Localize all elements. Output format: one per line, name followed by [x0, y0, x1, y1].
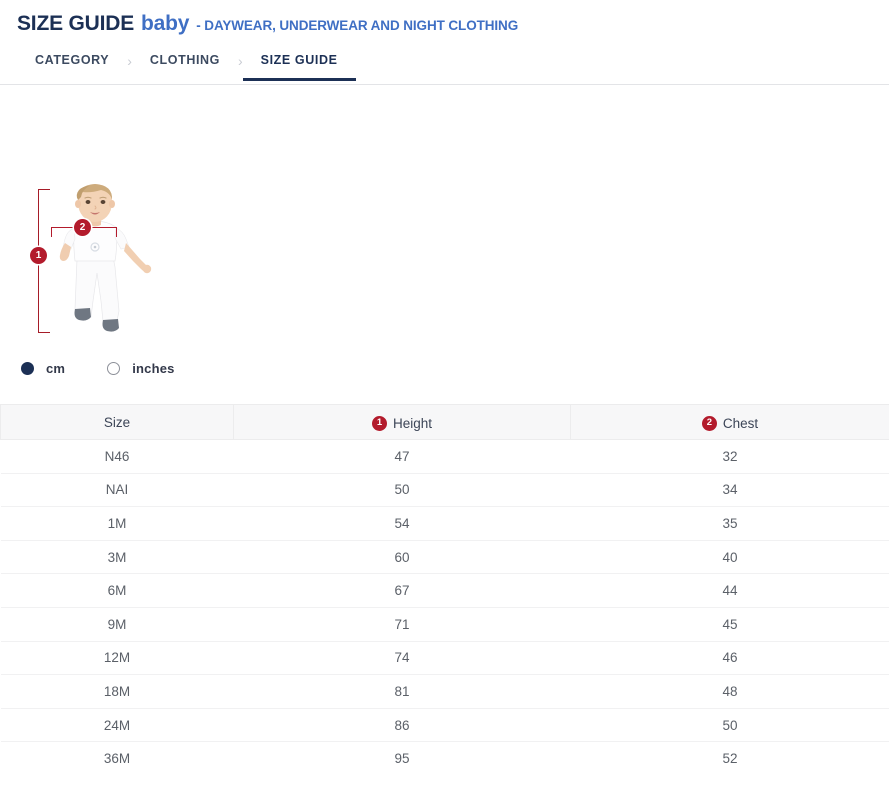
breadcrumb: CATEGORY › CLOTHING › SIZE GUIDE	[0, 50, 889, 85]
column-header-height-label: Height	[393, 416, 432, 431]
unit-option-inches-label: inches	[132, 361, 174, 376]
page-title: SIZE GUIDE baby - DAYWEAR, UNDERWEAR AND…	[17, 12, 889, 36]
cell-height: 60	[234, 540, 571, 574]
cell-chest: 52	[571, 742, 889, 775]
cell-size: N46	[1, 440, 234, 474]
cell-size: 18M	[1, 675, 234, 709]
cell-height: 50	[234, 473, 571, 507]
cell-height: 47	[234, 440, 571, 474]
page-title-accent: baby	[141, 12, 189, 36]
table-row: 36M 95 52	[1, 742, 889, 775]
cell-chest: 48	[571, 675, 889, 709]
cell-size: 3M	[1, 540, 234, 574]
unit-option-inches[interactable]: inches	[107, 361, 174, 376]
height-measure-cap-top	[38, 189, 50, 190]
cell-height: 54	[234, 507, 571, 541]
column-header-size: Size	[1, 405, 234, 440]
cell-size: 6M	[1, 574, 234, 608]
cell-chest: 46	[571, 641, 889, 675]
breadcrumb-item-clothing[interactable]: CLOTHING	[132, 50, 238, 80]
unit-selector: cm inches	[21, 358, 889, 378]
breadcrumb-item-size-guide[interactable]: SIZE GUIDE	[243, 50, 356, 80]
cell-size: 36M	[1, 742, 234, 775]
breadcrumb-item-category[interactable]: CATEGORY	[17, 50, 127, 80]
marker-1-height-badge: 1	[30, 247, 47, 264]
unit-option-cm-label: cm	[46, 361, 65, 376]
radio-inches-icon[interactable]	[107, 362, 120, 375]
unit-option-cm[interactable]: cm	[21, 361, 65, 376]
cell-chest: 44	[571, 574, 889, 608]
table-header: Size 1 Height 2 Chest	[1, 405, 889, 440]
cell-height: 95	[234, 742, 571, 775]
page-title-main: SIZE GUIDE	[17, 12, 134, 36]
table-row: 3M 60 40	[1, 540, 889, 574]
column-header-chest: 2 Chest	[571, 405, 889, 440]
cell-height: 86	[234, 708, 571, 742]
cell-height: 74	[234, 641, 571, 675]
cell-size: 1M	[1, 507, 234, 541]
cell-chest: 32	[571, 440, 889, 474]
cell-size: 12M	[1, 641, 234, 675]
cell-height: 67	[234, 574, 571, 608]
table-row: 24M 86 50	[1, 708, 889, 742]
table-row: 9M 71 45	[1, 607, 889, 641]
page-header: SIZE GUIDE baby - DAYWEAR, UNDERWEAR AND…	[0, 0, 889, 36]
table-header-row: Size 1 Height 2 Chest	[1, 405, 889, 440]
radio-cm-icon[interactable]	[21, 362, 34, 375]
measurement-figure: 1 2	[17, 181, 197, 346]
table-row: 1M 54 35	[1, 507, 889, 541]
table-row: N46 47 32	[1, 440, 889, 474]
cell-chest: 50	[571, 708, 889, 742]
marker-2-chest-badge: 2	[74, 219, 91, 236]
cell-size: 24M	[1, 708, 234, 742]
column-header-chest-badge: 2	[702, 416, 717, 431]
table-row: 18M 81 48	[1, 675, 889, 709]
cell-size: 9M	[1, 607, 234, 641]
table-row: NAI 50 34	[1, 473, 889, 507]
height-measure-cap-bottom	[38, 332, 50, 333]
table-body: N46 47 32 NAI 50 34 1M 54 35 3M 60 40 6M…	[1, 440, 889, 775]
cell-size: NAI	[1, 473, 234, 507]
cell-height: 71	[234, 607, 571, 641]
page-title-subtitle: - DAYWEAR, UNDERWEAR AND NIGHT CLOTHING	[196, 18, 518, 33]
cell-height: 81	[234, 675, 571, 709]
column-header-size-label: Size	[104, 415, 130, 430]
cell-chest: 35	[571, 507, 889, 541]
table-row: 12M 74 46	[1, 641, 889, 675]
column-header-height-badge: 1	[372, 416, 387, 431]
table-row: 6M 67 44	[1, 574, 889, 608]
baby-illustration	[41, 181, 161, 341]
column-header-chest-label: Chest	[723, 416, 758, 431]
size-guide-table: Size 1 Height 2 Chest N46 47 32	[0, 404, 889, 775]
cell-chest: 40	[571, 540, 889, 574]
column-header-height: 1 Height	[234, 405, 571, 440]
cell-chest: 34	[571, 473, 889, 507]
cell-chest: 45	[571, 607, 889, 641]
